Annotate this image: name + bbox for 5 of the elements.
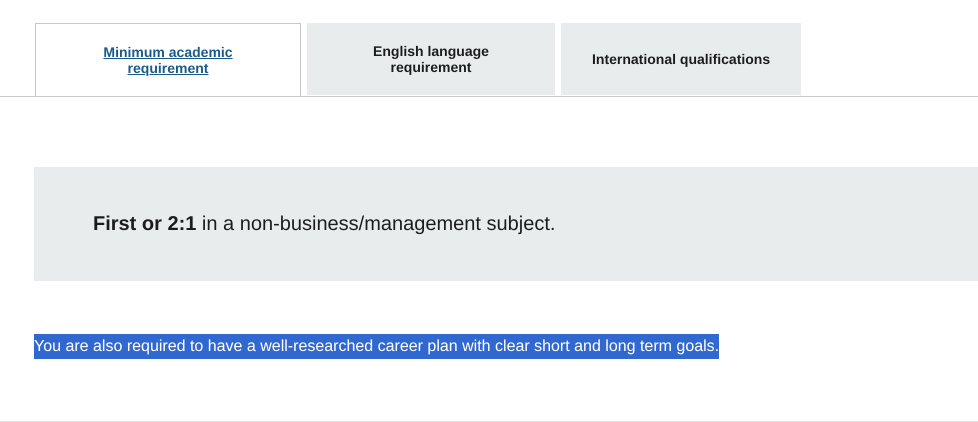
career-plan-note: You are also required to have a well-researched career plan with clear short and long term goals.	[34, 334, 720, 359]
requirement-text: First or 2:1 in a non-business/management subject.	[93, 212, 556, 236]
tab[interactable]: English language requirement	[307, 23, 555, 95]
tab[interactable]: International qualifications	[561, 23, 802, 95]
tab[interactable]: Minimum academic requirement	[35, 23, 301, 96]
